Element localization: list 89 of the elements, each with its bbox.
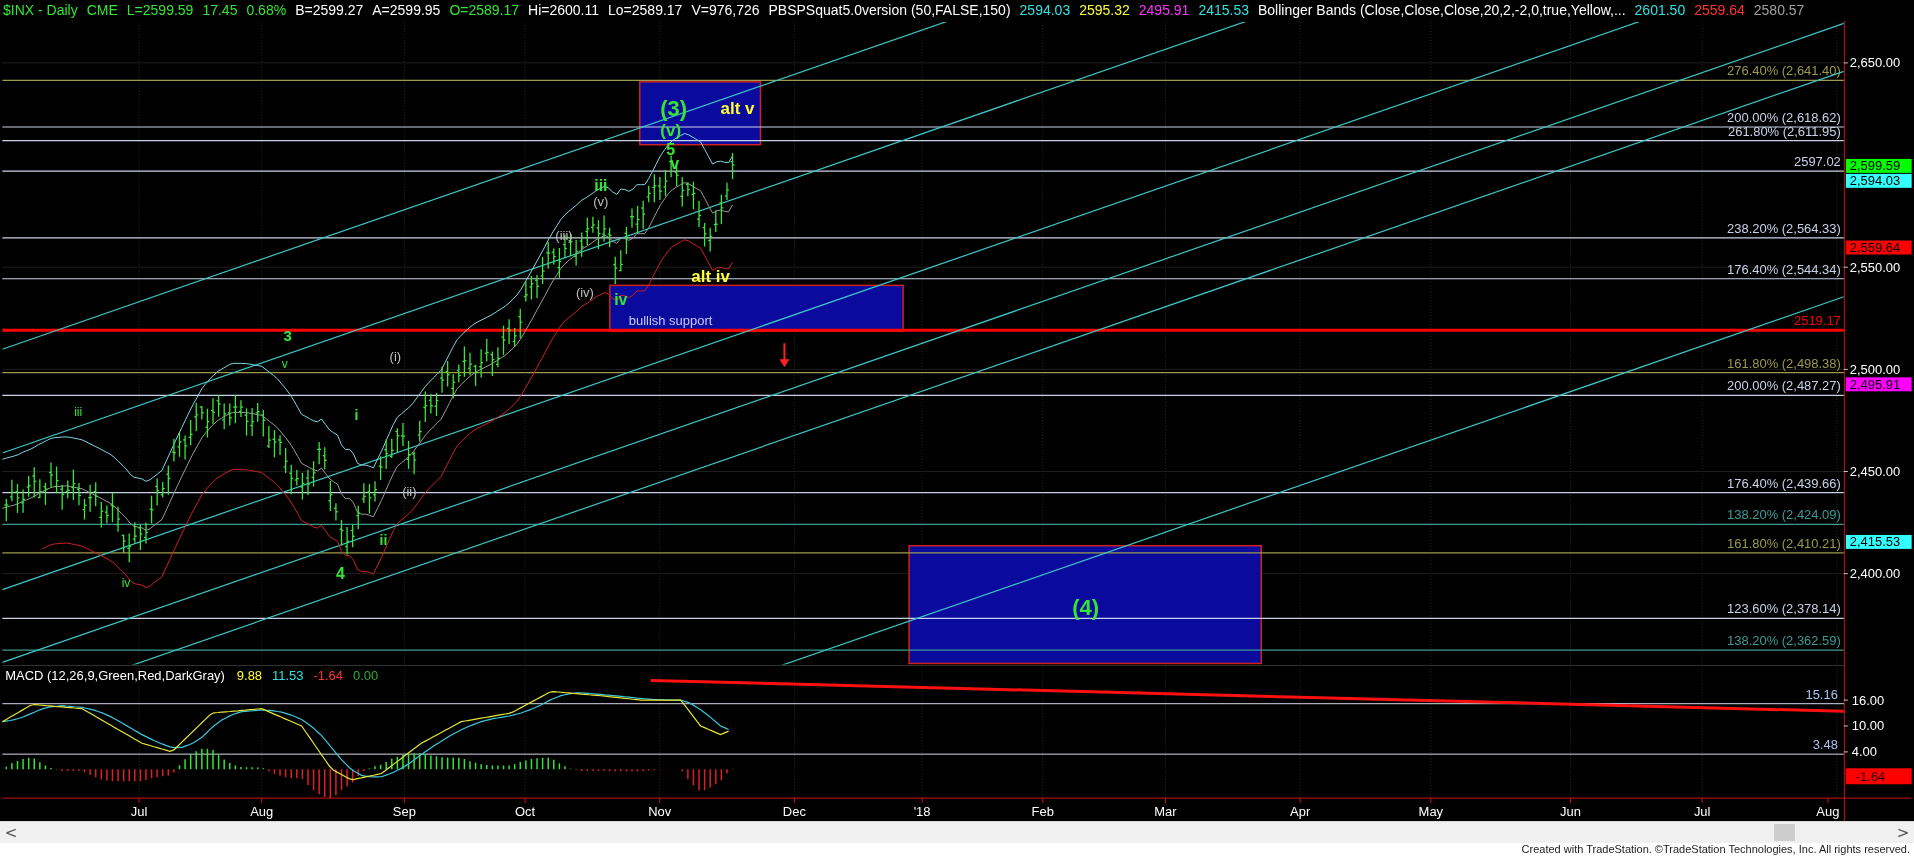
header-value: 2580.57 [1753,2,1805,19]
header-value: $INX - Daily [3,2,78,19]
date-axis-label: Oct [515,803,536,819]
date-axis-label: Sep [392,803,416,819]
indicator-axis-label: 16.00 [1851,692,1885,708]
date-axis-label: '18 [913,803,931,819]
scrollbar[interactable]: < > [0,821,1914,843]
level-label: 200.00% (2,618.62) [1727,109,1841,125]
price-axis-label: 2,450.00 [1849,463,1901,479]
down-arrow [779,342,790,368]
header-value: O=2589.17 [449,2,520,19]
header-value: 0.68% [246,2,287,19]
date-axis-label: Mar [1154,803,1177,819]
wave-label: 4 [336,565,345,583]
level-label: 2597.02 [1794,154,1841,170]
level-label: 138.20% (2,424.09) [1727,507,1841,523]
header-value: 2601.50 [1634,2,1686,19]
price-badge: 2,415.53 [1845,534,1912,550]
level-label: 238.20% (2,564.33) [1727,220,1841,236]
wave-label: (v) [593,194,609,209]
wave-label: (iv) [575,284,594,300]
indicator-axis-label: 10.00 [1851,718,1885,734]
header-value: 2559.64 [1694,2,1745,19]
wave-label: alt v [720,99,755,119]
scrollbar-thumb[interactable] [1774,824,1795,841]
wave-label: ii [379,531,388,548]
wave-label: iv [121,575,131,590]
wave-label: (3) [660,96,688,122]
date-axis-label: Aug [1816,803,1840,819]
wave-label: v [281,357,288,372]
wave-label: (4) [1072,595,1100,620]
zone-label: bullish support [628,313,713,329]
level-label: 15.16 [1805,686,1838,702]
price-axis-label: 2,400.00 [1849,566,1901,582]
header-value: PBSPSquat5.0version (50,FALSE,150) [768,2,1011,19]
level-label: 123.60% (2,378.14) [1727,601,1841,617]
level-label: 176.40% (2,544.34) [1727,261,1841,277]
header-value: L=2599.59 [126,2,194,19]
price-badge: 2,594.03 [1845,173,1912,189]
indicator-value: 9.88 [236,667,263,683]
indicator-badge: -1.64 [1845,768,1912,785]
wave-label: iii [74,405,83,419]
copyright-text: Created with TradeStation. ©TradeStation Technologies, Inc. All rights reserved. [1521,843,1911,856]
level-label: 138.20% (2,362.59) [1727,633,1841,649]
indicator-axis-label: 4.00 [1851,744,1878,760]
wave-label: iv [614,290,628,308]
date-axis-label: Apr [1290,803,1311,819]
indicator-title: MACD (12,26,9,Green,Red,DarkGray) [5,667,225,683]
indicator-value: -1.64 [313,667,343,683]
header-value: A=2599.95 [372,2,441,19]
header-value: Hi=2600.11 [528,2,600,19]
level-label: 3.48 [1812,737,1838,753]
header-value: 17.45 [202,2,238,19]
date-axis-label: May [1418,803,1444,819]
header-value: B=2599.27 [295,2,364,19]
date-axis-label: Jul [1693,803,1711,819]
header-value: 2415.53 [1198,2,1249,19]
level-label: 176.40% (2,439.66) [1727,475,1841,491]
price-badge: 2,495.91 [1845,376,1912,392]
header-value: 2595.32 [1079,2,1130,19]
level-label: 2519.17 [1794,313,1841,329]
price-badge: 2,599.59 [1845,158,1912,174]
level-label: 161.80% (2,410.21) [1727,535,1841,551]
price-badge: 2,559.64 [1845,239,1912,255]
price-axis-label: 2,650.00 [1849,55,1901,71]
price-axis-label: 2,500.00 [1849,361,1901,377]
date-axis-label: Feb [1031,803,1054,819]
level-label: 276.40% (2,641.40) [1727,63,1841,79]
header-value: V=976,726 [691,2,760,19]
date-axis-label: Dec [782,803,806,819]
header-value: Lo=2589.17 [608,2,683,19]
indicator-value: 0.00 [352,667,379,683]
wave-label: i [354,407,359,423]
indicator-value: 11.53 [272,667,304,683]
date-axis-label: Nov [648,803,672,819]
wave-label: 5 [666,141,676,159]
wave-label: (v) [660,121,682,141]
header-value: 2594.03 [1019,2,1071,19]
header-value: CME [86,2,118,19]
level-label: 161.80% (2,498.38) [1727,355,1841,371]
date-axis-label: Jun [1560,803,1581,819]
price-axis-label: 2,550.00 [1849,259,1901,275]
date-axis-label: Aug [250,803,274,819]
header-value: 2495.91 [1138,2,1190,19]
header-value: Bollinger Bands (Close,Close,Close,20,2,-2,0,true,Yellow,... [1258,2,1626,19]
date-axis-label: Jul [130,803,148,819]
level-label: 200.00% (2,487.27) [1727,378,1841,394]
wave-label: 3 [283,326,292,344]
wave-label: (i) [389,348,402,364]
